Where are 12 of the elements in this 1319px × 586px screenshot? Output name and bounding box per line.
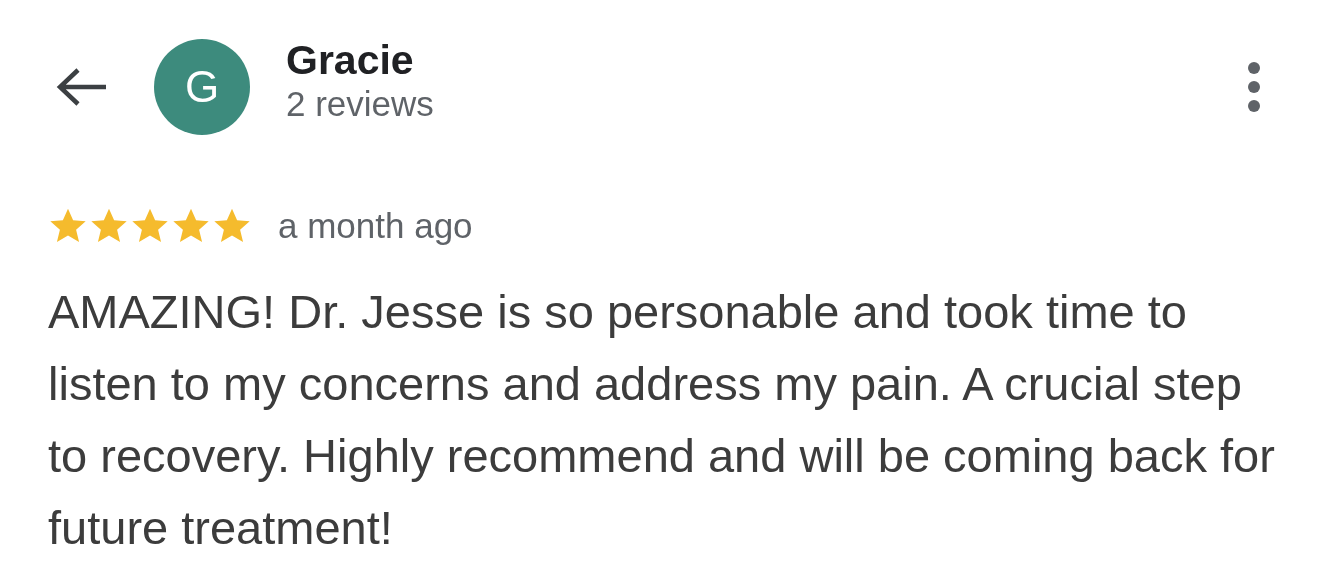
- star-icon: [171, 207, 211, 245]
- star-icon: [130, 207, 170, 245]
- star-icon: [212, 207, 252, 245]
- review-time: a month ago: [278, 206, 473, 246]
- reviewer-name[interactable]: Gracie: [286, 36, 1247, 84]
- avatar: G: [154, 39, 250, 135]
- star-icon: [48, 207, 88, 245]
- star-icon: [89, 207, 129, 245]
- review-text: AMAZING! Dr. Jesse is so personable and took time to listen to my concerns and address my pain. A crucial step to recovery. Highly recommend and will be coming back for future treatment!: [48, 284, 1276, 556]
- more-options-icon[interactable]: [1247, 62, 1261, 112]
- back-arrow-icon[interactable]: [56, 67, 108, 107]
- review-count: 2 reviews: [286, 83, 435, 124]
